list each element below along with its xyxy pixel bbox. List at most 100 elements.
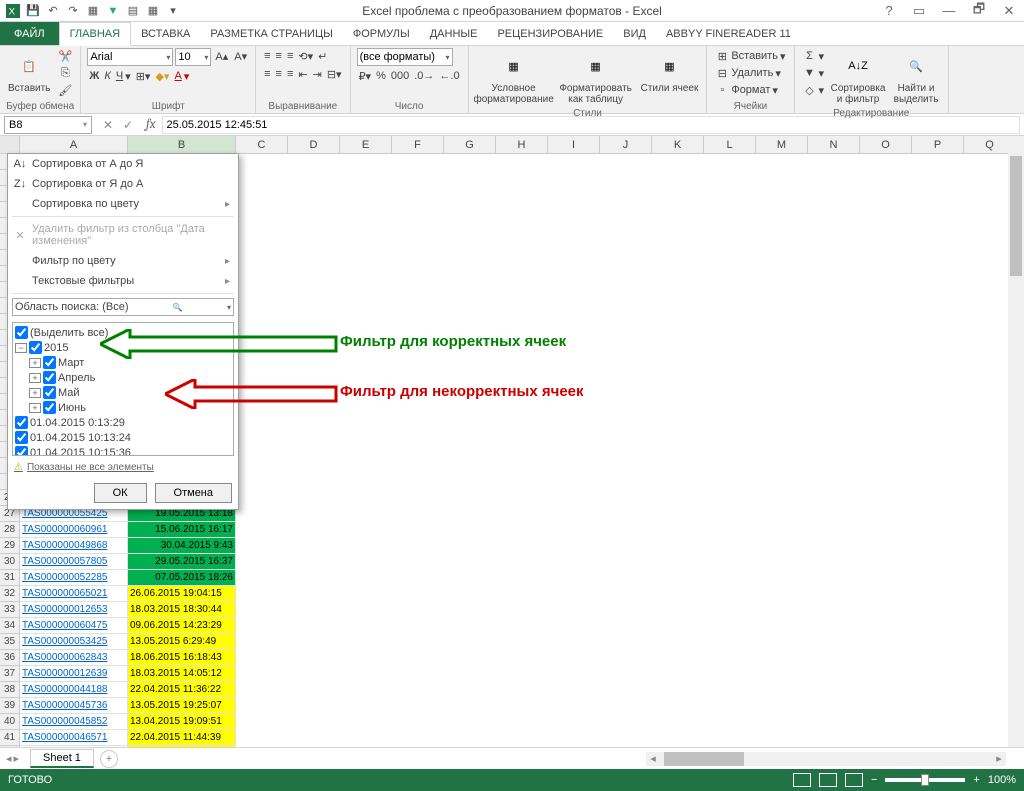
font-color-button[interactable]: A▾ bbox=[172, 68, 191, 84]
row-header[interactable]: 39 bbox=[0, 698, 19, 714]
qat-icon-3[interactable]: ▦ bbox=[144, 2, 162, 20]
checkbox[interactable] bbox=[29, 341, 42, 354]
cell-date[interactable]: 30.04.2015 9:43 bbox=[128, 538, 236, 554]
percent-button[interactable]: % bbox=[374, 68, 388, 84]
underline-button[interactable]: Ч▾ bbox=[114, 68, 133, 84]
cell-id[interactable]: TAS000000044188 bbox=[20, 682, 128, 698]
cell-date[interactable]: 09.06.2015 14:23:29 bbox=[128, 618, 236, 634]
filter-icon[interactable]: ▼ bbox=[104, 2, 122, 20]
cell-id[interactable]: TAS000000049868 bbox=[20, 538, 128, 554]
checkbox[interactable] bbox=[15, 446, 28, 456]
save-icon[interactable]: 💾 bbox=[24, 2, 42, 20]
sort-za-item[interactable]: Z↓Сортировка от Я до А bbox=[8, 174, 238, 194]
font-size-combo[interactable]: 10▾ bbox=[175, 48, 211, 66]
row-header[interactable]: 35 bbox=[0, 634, 19, 650]
col-header-E[interactable]: E bbox=[340, 136, 392, 153]
cut-button[interactable]: ✂️ bbox=[56, 48, 74, 64]
tab-file[interactable]: ФАЙЛ bbox=[0, 22, 59, 45]
table-row[interactable]: TAS000000049868 30.04.2015 9:43 bbox=[20, 538, 1024, 554]
col-header-C[interactable]: C bbox=[236, 136, 288, 153]
cell-date[interactable]: 13.05.2015 6:29:49 bbox=[128, 634, 236, 650]
cell-id[interactable]: TAS000000065021 bbox=[20, 586, 128, 602]
checkbox[interactable] bbox=[43, 371, 56, 384]
cell-id[interactable]: TAS000000046571 bbox=[20, 730, 128, 746]
shrink-font-button[interactable]: A▾ bbox=[232, 48, 249, 64]
page-break-view-icon[interactable] bbox=[845, 773, 863, 787]
cell-date[interactable]: 13.04.2015 19:09:51 bbox=[128, 714, 236, 730]
sort-color-item[interactable]: Сортировка по цвету▸ bbox=[8, 194, 238, 214]
help-icon[interactable]: ? bbox=[874, 0, 904, 22]
sheet-nav-first-icon[interactable]: ◂ bbox=[6, 752, 12, 765]
text-filters-item[interactable]: Текстовые фильтры▸ bbox=[8, 271, 238, 291]
cell-id[interactable]: TAS000000012639 bbox=[20, 666, 128, 682]
row-header[interactable]: 36 bbox=[0, 650, 19, 666]
sort-filter-button[interactable]: A↓Z Сортировка и фильтр bbox=[830, 48, 886, 107]
tab-review[interactable]: РЕЦЕНЗИРОВАНИЕ bbox=[487, 22, 613, 45]
filter-warning[interactable]: ⚠Показаны не все элементы bbox=[8, 458, 238, 477]
cell-date[interactable]: 22.04.2015 11:44:39 bbox=[128, 730, 236, 746]
checkbox[interactable] bbox=[15, 416, 28, 429]
align-middle-button[interactable]: ≡ bbox=[274, 48, 284, 64]
filter-search-input[interactable]: Область поиска: (Все)🔍▾ bbox=[12, 298, 234, 316]
horizontal-scrollbar[interactable]: ◂ ▸ bbox=[646, 752, 1006, 766]
fx-icon[interactable]: fx bbox=[140, 117, 162, 132]
col-header-K[interactable]: K bbox=[652, 136, 704, 153]
number-format-combo[interactable]: (все форматы)▾ bbox=[357, 48, 453, 66]
cancel-formula-button[interactable]: ✕ bbox=[100, 118, 116, 132]
scrollbar-thumb[interactable] bbox=[664, 752, 744, 766]
row-header[interactable]: 34 bbox=[0, 618, 19, 634]
cell-id[interactable]: TAS000000060961 bbox=[20, 522, 128, 538]
table-row[interactable]: TAS000000065021 26.06.2015 19:04:15 bbox=[20, 586, 1024, 602]
table-row[interactable]: TAS000000062843 18.06.2015 16:18:43 bbox=[20, 650, 1024, 666]
col-header-G[interactable]: G bbox=[444, 136, 496, 153]
checkbox[interactable] bbox=[43, 386, 56, 399]
cell-date[interactable]: 29.05.2015 16:37 bbox=[128, 554, 236, 570]
qat-icon-2[interactable]: ▤ bbox=[124, 2, 142, 20]
cell-date[interactable]: 07.05.2015 18:26 bbox=[128, 570, 236, 586]
sheet-nav-last-icon[interactable]: ▸ bbox=[14, 752, 20, 765]
redo-icon[interactable]: ↷ bbox=[64, 2, 82, 20]
tab-data[interactable]: ДАННЫЕ bbox=[420, 22, 488, 45]
table-row[interactable]: TAS000000057805 29.05.2015 16:37 bbox=[20, 554, 1024, 570]
select-all-corner[interactable] bbox=[0, 136, 20, 153]
format-painter-button[interactable]: 🖌 bbox=[56, 82, 74, 98]
paste-button[interactable]: 📋 Вставить bbox=[6, 48, 52, 96]
table-row[interactable]: TAS000000052285 07.05.2015 18:26 bbox=[20, 570, 1024, 586]
row-header[interactable]: 28 bbox=[0, 522, 19, 538]
page-layout-view-icon[interactable] bbox=[819, 773, 837, 787]
find-select-button[interactable]: 🔍 Найти и выделить bbox=[890, 48, 942, 107]
bold-button[interactable]: Ж bbox=[87, 68, 101, 84]
close-icon[interactable]: ✕ bbox=[994, 0, 1024, 22]
col-header-A[interactable]: A bbox=[20, 136, 128, 153]
copy-button[interactable]: ⎘ bbox=[56, 65, 74, 81]
cond-format-button[interactable]: ▦ Условное форматирование bbox=[475, 48, 553, 107]
cell-id[interactable]: TAS000000045736 bbox=[20, 698, 128, 714]
zoom-level[interactable]: 100% bbox=[988, 774, 1016, 786]
col-header-P[interactable]: P bbox=[912, 136, 964, 153]
col-header-I[interactable]: I bbox=[548, 136, 600, 153]
col-header-J[interactable]: J bbox=[600, 136, 652, 153]
dec-decimal-button[interactable]: ←.0 bbox=[437, 68, 461, 84]
align-top-button[interactable]: ≡ bbox=[262, 48, 272, 64]
fill-button[interactable]: ▼▾ bbox=[801, 65, 827, 81]
table-row[interactable]: TAS000000012639 18.03.2015 14:05:12 bbox=[20, 666, 1024, 682]
minimize-icon[interactable]: — bbox=[934, 0, 964, 22]
cell-date[interactable]: 26.06.2015 19:04:15 bbox=[128, 586, 236, 602]
table-row[interactable]: TAS000000060961 15.06.2015 16:17 bbox=[20, 522, 1024, 538]
zoom-in-button[interactable]: + bbox=[973, 774, 979, 786]
row-header[interactable]: 30 bbox=[0, 554, 19, 570]
ok-button[interactable]: ОК bbox=[94, 483, 147, 503]
indent-dec-button[interactable]: ⇤ bbox=[296, 66, 309, 82]
inc-decimal-button[interactable]: .0→ bbox=[412, 68, 436, 84]
table-row[interactable]: TAS000000053425 13.05.2015 6:29:49 bbox=[20, 634, 1024, 650]
comma-button[interactable]: 000 bbox=[389, 68, 411, 84]
col-header-N[interactable]: N bbox=[808, 136, 860, 153]
enter-formula-button[interactable]: ✓ bbox=[120, 118, 136, 132]
tab-home[interactable]: ГЛАВНАЯ bbox=[59, 22, 131, 46]
undo-icon[interactable]: ↶ bbox=[44, 2, 62, 20]
checkbox[interactable] bbox=[15, 431, 28, 444]
indent-inc-button[interactable]: ⇥ bbox=[311, 66, 324, 82]
table-row[interactable]: TAS000000012653 18.03.2015 18:30:44 bbox=[20, 602, 1024, 618]
tree-date[interactable]: 01.04.2015 10:13:24 bbox=[15, 430, 231, 445]
grow-font-button[interactable]: A▴ bbox=[213, 48, 230, 64]
